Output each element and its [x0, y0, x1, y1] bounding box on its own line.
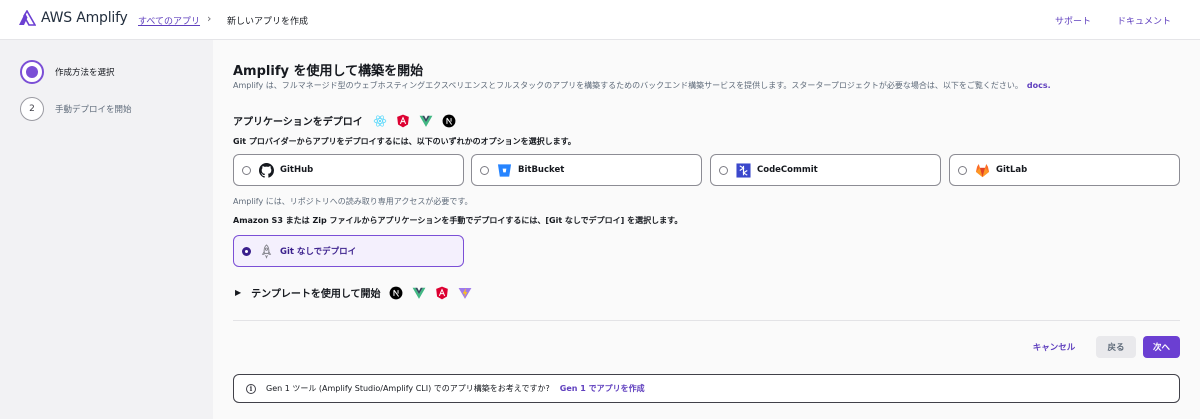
breadcrumb-chevron-icon: › [207, 12, 212, 25]
angular-icon [435, 286, 449, 300]
provider-option-codecommit[interactable]: CodeCommit [710, 154, 941, 186]
templates-heading: テンプレートを使用して開始 [251, 289, 381, 300]
bitbucket-radio[interactable] [480, 165, 489, 175]
react-icon [373, 114, 387, 128]
documentation-link[interactable]: ドキュメント [1117, 14, 1171, 27]
deploy-heading: アプリケーションをデプロイ [233, 113, 465, 128]
docs-link[interactable]: docs. [1027, 81, 1051, 90]
templates-expander[interactable]: ▶ テンプレートを使用して開始 [235, 285, 481, 300]
back-button[interactable]: 戻る [1096, 336, 1136, 358]
nextjs-icon [442, 114, 456, 128]
manual-deploy-prompt: Amazon S3 または Zip ファイルからアプリケーションを手動でデプロイ… [233, 216, 683, 225]
info-icon: i [246, 383, 256, 394]
access-note: Amplify には、リポジトリへの読み取り専用アクセスが必要です。 [233, 197, 473, 206]
deploy-without-git-label: Git なしでデプロイ [280, 247, 357, 257]
github-radio[interactable] [242, 165, 251, 175]
step-2: 2 手動デプロイを開始 [20, 97, 132, 121]
gitlab-radio[interactable] [958, 165, 967, 175]
logo-text: AWS Amplify [41, 10, 128, 26]
step-1-label: 作成方法を選択 [55, 68, 115, 78]
bitbucket-icon [497, 163, 512, 178]
codecommit-radio[interactable] [719, 165, 728, 175]
codecommit-label: CodeCommit [757, 165, 818, 175]
gen1-info-alert: i Gen 1 ツール (Amplify Studio/Amplify CLI)… [233, 374, 1180, 403]
nextjs-icon [389, 286, 403, 300]
rocket-icon [259, 243, 274, 259]
gitlab-icon [975, 163, 990, 178]
provider-option-gitlab[interactable]: GitLab [949, 154, 1180, 186]
provider-prompt: Git プロバイダーからアプリをデプロイするには、以下のいずれかのオプションを選… [233, 137, 576, 146]
vue-icon [419, 114, 433, 128]
step-active-indicator [20, 60, 44, 84]
cancel-button[interactable]: キャンセル [1028, 336, 1080, 358]
aws-amplify-logo[interactable]: AWS Amplify [18, 10, 128, 26]
step-2-label: 手動デプロイを開始 [55, 105, 132, 115]
page-title: Amplify を使用して構築を開始 [233, 64, 424, 79]
wizard-steps-sidebar: 作成方法を選択 2 手動デプロイを開始 [0, 40, 213, 419]
provider-option-bitbucket[interactable]: BitBucket [471, 154, 702, 186]
breadcrumb-all-apps[interactable]: すべてのアプリ [138, 14, 200, 27]
main-content: Amplify を使用して構築を開始 Amplify は、フルマネージド型のウェ… [213, 40, 1200, 419]
section-divider [233, 320, 1180, 321]
support-link[interactable]: サポート [1055, 14, 1091, 27]
deploy-framework-icons [373, 114, 465, 128]
gitlab-label: GitLab [996, 165, 1028, 175]
provider-option-github[interactable]: GitHub [233, 154, 464, 186]
codecommit-icon [736, 162, 751, 178]
step-1[interactable]: 作成方法を選択 [20, 60, 115, 84]
caret-right-icon: ▶ [235, 288, 242, 297]
github-label: GitHub [280, 165, 314, 175]
deploy-without-git-option[interactable]: Git なしでデプロイ [233, 235, 464, 267]
template-framework-icons [389, 286, 481, 300]
angular-icon [396, 114, 410, 128]
vue-icon [412, 286, 426, 300]
amplify-logo-icon [19, 10, 36, 26]
gen1-create-app-link[interactable]: Gen 1 でアプリを作成 [560, 383, 645, 394]
deploy-heading-text: アプリケーションをデプロイ [233, 117, 363, 128]
vite-icon [458, 286, 472, 300]
github-icon [259, 162, 274, 178]
next-button[interactable]: 次へ [1143, 336, 1180, 358]
bitbucket-label: BitBucket [518, 165, 565, 175]
page-description: Amplify は、フルマネージド型のウェブホスティングエクスペリエンスとフルス… [233, 80, 1051, 91]
breadcrumb-current: 新しいアプリを作成 [227, 17, 309, 27]
gen1-info-text: Gen 1 ツール (Amplify Studio/Amplify CLI) で… [266, 384, 550, 393]
step-2-number: 2 [20, 97, 44, 121]
deploy-without-git-radio[interactable] [242, 246, 251, 256]
top-navigation-bar: AWS Amplify すべてのアプリ › 新しいアプリを作成 サポート ドキュ… [0, 0, 1200, 40]
description-text: Amplify は、フルマネージド型のウェブホスティングエクスペリエンスとフルス… [233, 81, 1023, 90]
